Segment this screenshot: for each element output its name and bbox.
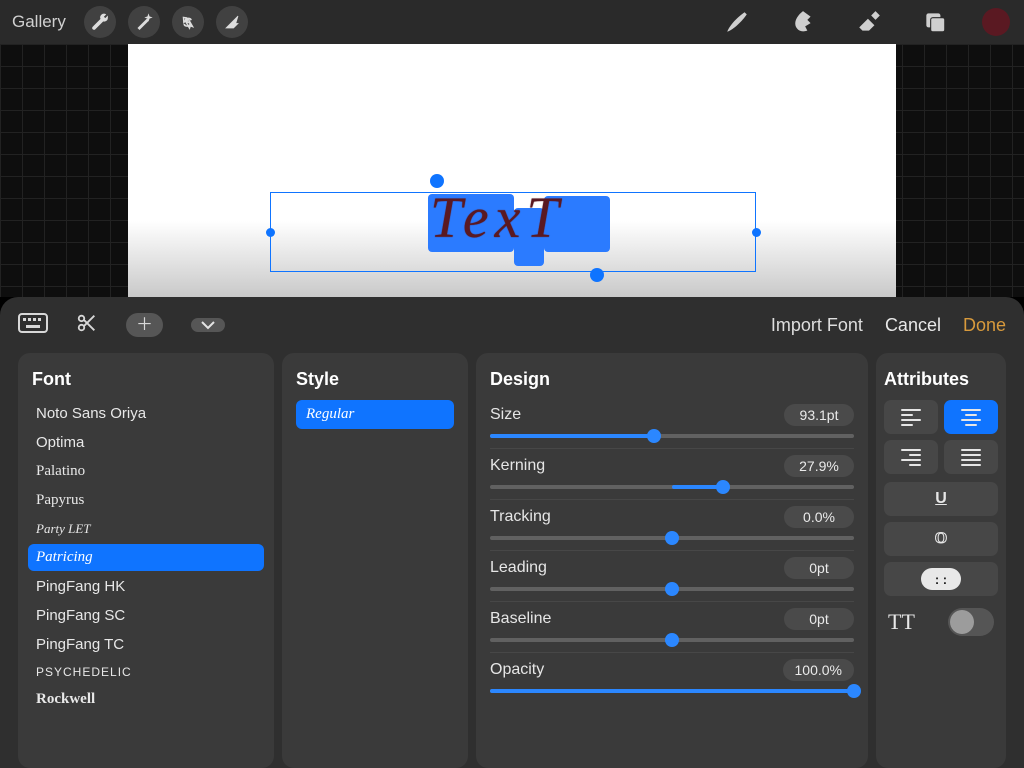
canvas-text[interactable]: TexT (430, 184, 630, 251)
align-center-button[interactable] (944, 400, 998, 434)
align-left-button[interactable] (884, 400, 938, 434)
resize-handle-right[interactable] (752, 228, 761, 237)
design-value[interactable]: 0.0% (784, 506, 854, 528)
capitals-chip-icon: : : (921, 568, 961, 590)
canvas-area[interactable]: TexT (0, 44, 1024, 297)
font-item[interactable]: Palatino (28, 458, 264, 485)
resize-handle-bottom[interactable] (590, 268, 604, 282)
design-label: Opacity (490, 661, 544, 679)
font-list[interactable]: Noto Sans OriyaOptimaPalatinoPapyrusPart… (28, 400, 264, 713)
underline-button[interactable]: U (884, 482, 998, 516)
text-panel: ＋ Import Font Cancel Done Font Noto Sans… (0, 297, 1024, 768)
font-item[interactable]: PSYCHEDELIC (28, 660, 264, 684)
design-label: Baseline (490, 610, 551, 628)
resize-handle-left[interactable] (266, 228, 275, 237)
font-item[interactable]: Optima (28, 429, 264, 456)
dropdown-pill-button[interactable] (191, 318, 225, 332)
eraser-icon[interactable] (852, 5, 886, 39)
design-slider[interactable] (490, 536, 854, 540)
design-slider[interactable] (490, 689, 854, 693)
font-heading: Font (32, 369, 260, 390)
outline-button[interactable]: O (884, 522, 998, 556)
font-item[interactable]: Patricing (28, 544, 264, 571)
style-item-regular[interactable]: Regular (296, 400, 454, 429)
font-item[interactable]: PingFang SC (28, 602, 264, 629)
design-row: Leading 0pt (490, 557, 854, 602)
attributes-heading: Attributes (884, 369, 998, 390)
vertical-text-label: TT (888, 609, 915, 635)
scissors-icon[interactable] (76, 312, 98, 339)
design-row: Kerning 27.9% (490, 455, 854, 500)
design-value[interactable]: 0pt (784, 557, 854, 579)
smudge-icon[interactable] (786, 5, 820, 39)
attributes-column: Attributes U O (876, 353, 1006, 768)
wand-icon[interactable] (128, 6, 160, 38)
font-item[interactable]: Papyrus (28, 487, 264, 514)
cancel-button[interactable]: Cancel (885, 315, 941, 336)
color-swatch[interactable] (982, 8, 1010, 36)
design-value[interactable]: 100.0% (783, 659, 854, 681)
alignment-grid (884, 400, 998, 474)
align-right-button[interactable] (884, 440, 938, 474)
font-item[interactable]: PingFang TC (28, 631, 264, 658)
style-column: Style Regular (282, 353, 468, 768)
design-value[interactable]: 0pt (784, 608, 854, 630)
design-label: Kerning (490, 457, 545, 475)
design-label: Size (490, 406, 521, 424)
done-button[interactable]: Done (963, 315, 1006, 336)
transform-arrow-icon[interactable] (216, 6, 248, 38)
font-item[interactable]: PingFang HK (28, 573, 264, 600)
design-row: Tracking 0.0% (490, 506, 854, 551)
capitals-chip-button[interactable]: : : (884, 562, 998, 596)
font-item[interactable]: Rockwell (28, 686, 264, 713)
add-pill-button[interactable]: ＋ (126, 313, 163, 337)
top-toolbar: Gallery S (0, 0, 1024, 44)
font-item[interactable]: Noto Sans Oriya (28, 400, 264, 427)
design-label: Leading (490, 559, 547, 577)
panel-top-bar: ＋ Import Font Cancel Done (18, 309, 1006, 341)
design-slider[interactable] (490, 485, 854, 489)
design-heading: Design (490, 369, 854, 390)
gallery-link[interactable]: Gallery (12, 12, 66, 32)
design-column: Design Size 93.1pt Kerning 27.9% Tracking 0.0… (476, 353, 868, 768)
keyboard-icon[interactable] (18, 313, 48, 338)
layers-icon[interactable] (918, 5, 952, 39)
font-item[interactable]: Party LET (28, 516, 264, 542)
selection-icon[interactable]: S (172, 6, 204, 38)
wrench-icon[interactable] (84, 6, 116, 38)
design-row: Opacity 100.0% (490, 659, 854, 703)
design-value[interactable]: 27.9% (784, 455, 854, 477)
design-slider[interactable] (490, 638, 854, 642)
resize-handle-top[interactable] (430, 174, 444, 188)
design-row: Size 93.1pt (490, 404, 854, 449)
brush-icon[interactable] (720, 5, 754, 39)
design-row: Baseline 0pt (490, 608, 854, 653)
svg-text:S: S (183, 16, 191, 30)
design-slider[interactable] (490, 587, 854, 591)
import-font-button[interactable]: Import Font (771, 315, 863, 336)
vertical-text-toggle[interactable] (948, 608, 994, 636)
design-label: Tracking (490, 508, 551, 526)
style-heading: Style (296, 369, 454, 390)
design-slider[interactable] (490, 434, 854, 438)
align-justify-button[interactable] (944, 440, 998, 474)
font-column: Font Noto Sans OriyaOptimaPalatinoPapyru… (18, 353, 274, 768)
design-value[interactable]: 93.1pt (784, 404, 854, 426)
